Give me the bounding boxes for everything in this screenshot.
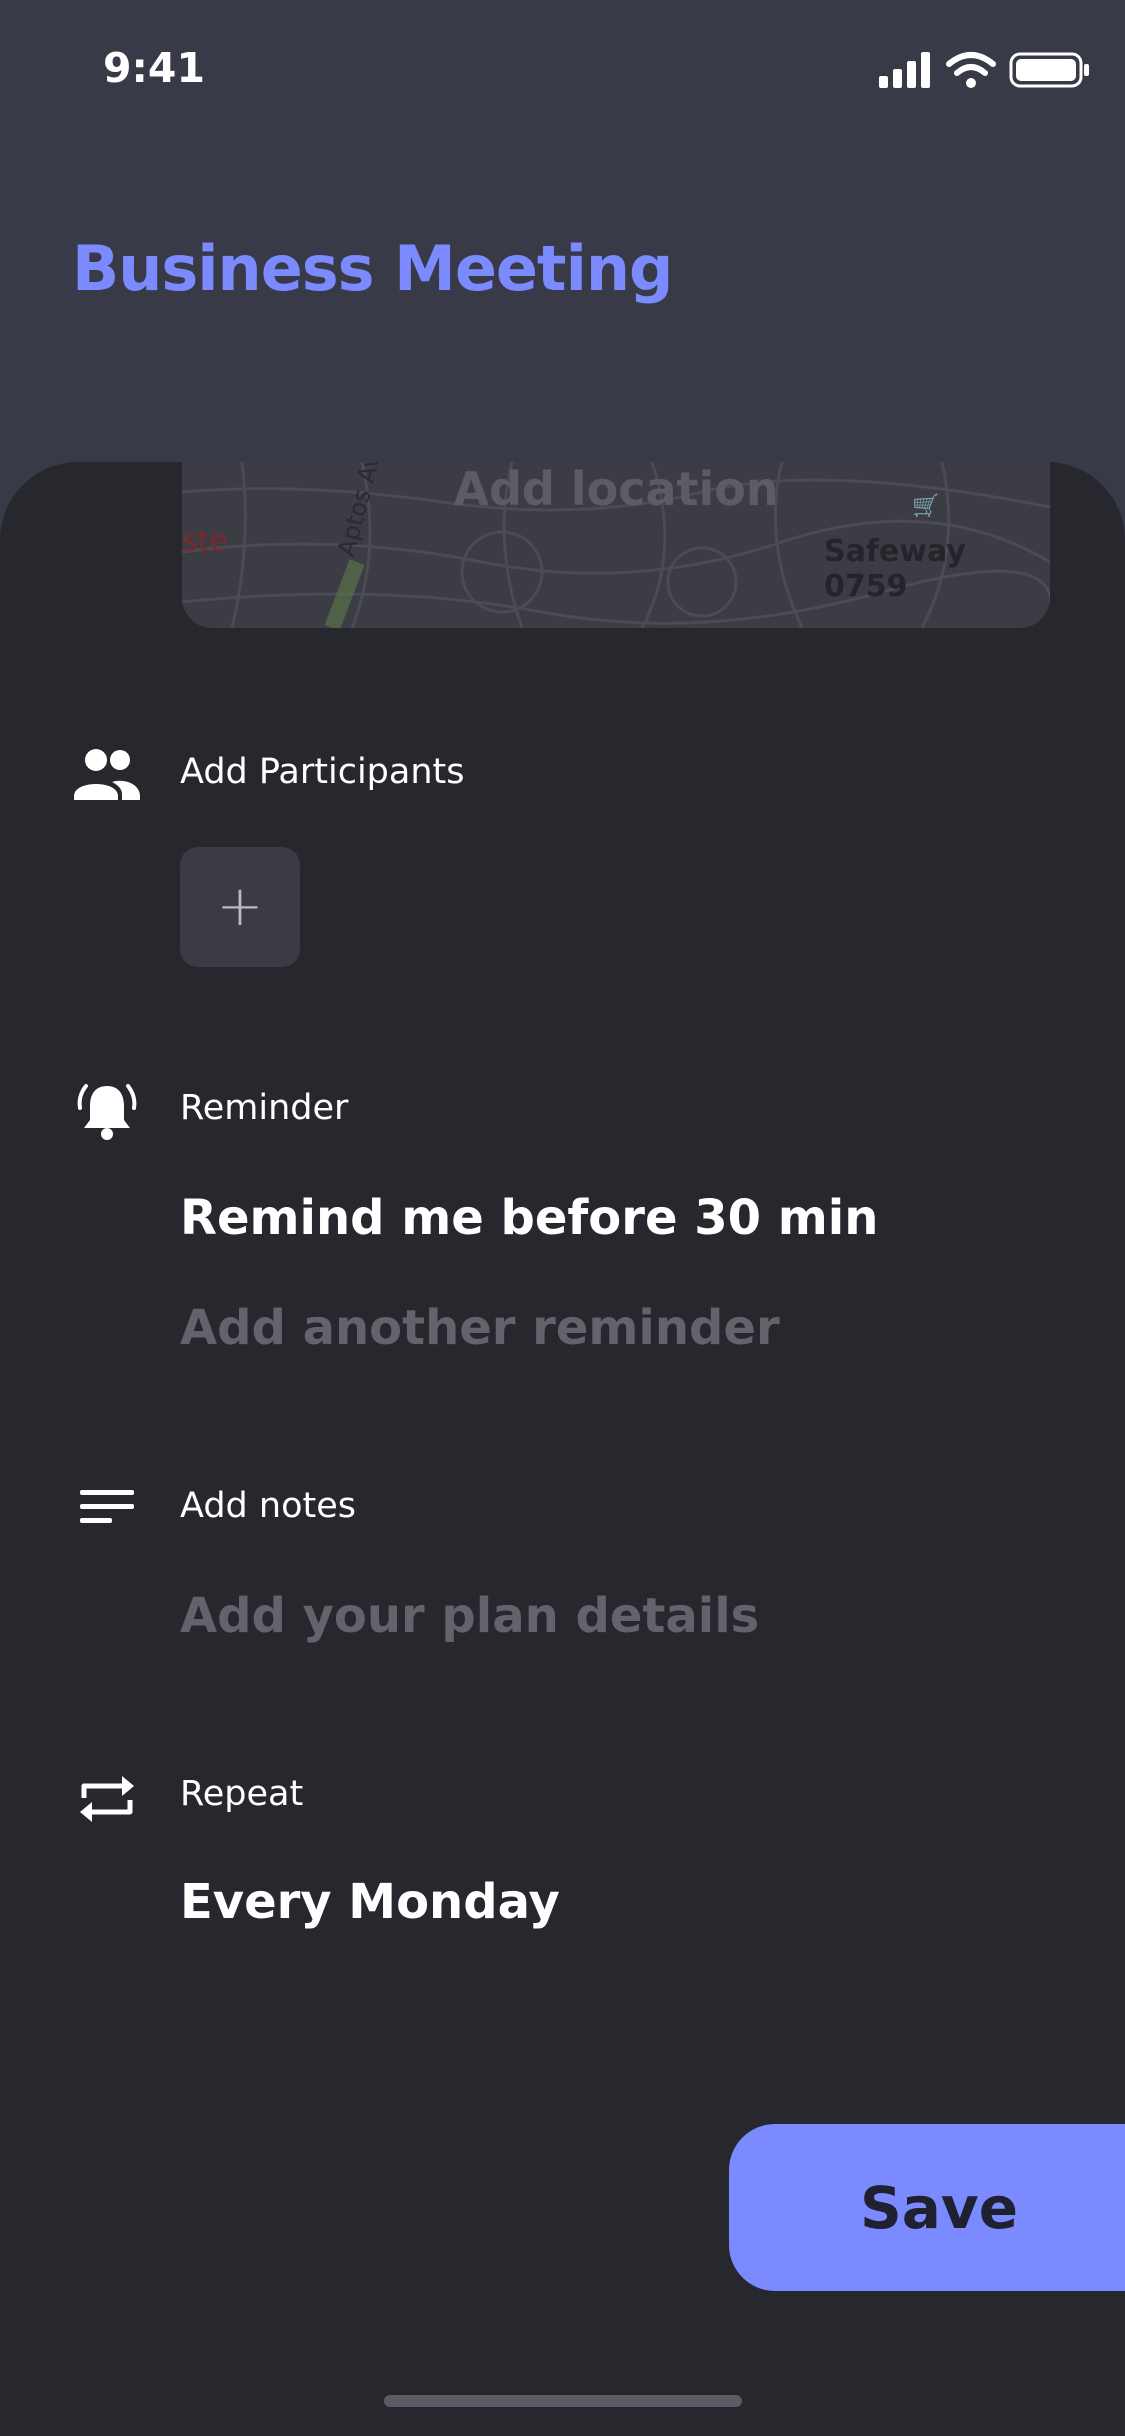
reminder-value[interactable]: Remind me before 30 min bbox=[180, 1190, 878, 1246]
bell-ringing-icon bbox=[77, 1084, 137, 1140]
location-map-card[interactable]: ste Aptos Ave 🛒 Safeway 0759 Add locatio… bbox=[182, 462, 1050, 628]
add-participants-label: Add Participants bbox=[180, 752, 465, 792]
save-button[interactable]: Save bbox=[729, 2124, 1125, 2291]
add-location-label: Add location bbox=[453, 462, 779, 516]
battery-icon bbox=[1009, 52, 1089, 88]
status-icons bbox=[879, 52, 1089, 88]
group-icon bbox=[74, 749, 140, 800]
add-another-reminder-button[interactable]: Add another reminder bbox=[180, 1300, 780, 1356]
wifi-icon bbox=[946, 52, 996, 76]
page-title: Business Meeting bbox=[72, 232, 673, 305]
reminder-label: Reminder bbox=[180, 1088, 349, 1128]
plus-icon: + bbox=[216, 874, 264, 939]
add-participant-button[interactable]: + bbox=[180, 847, 300, 967]
add-notes-label: Add notes bbox=[180, 1486, 356, 1526]
map-place-fragment: ste bbox=[182, 524, 228, 559]
home-indicator bbox=[384, 2395, 742, 2407]
signal-icon bbox=[879, 52, 930, 88]
status-time: 9:41 bbox=[103, 44, 205, 92]
repeat-icon bbox=[80, 1776, 134, 1822]
map-store-label: Safeway 0759 bbox=[824, 534, 966, 604]
notes-lines-icon bbox=[80, 1490, 134, 1523]
repeat-value[interactable]: Every Monday bbox=[180, 1874, 560, 1930]
notes-input[interactable]: Add your plan details bbox=[180, 1588, 759, 1644]
repeat-label: Repeat bbox=[180, 1774, 304, 1814]
